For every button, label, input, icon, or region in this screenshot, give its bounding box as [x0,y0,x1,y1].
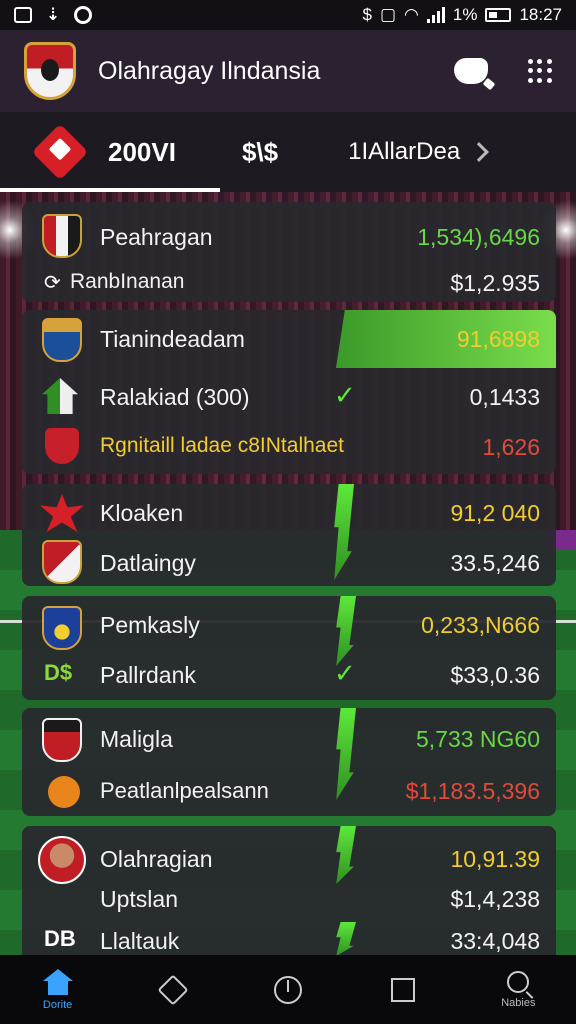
row-value: 91,6898 [456,326,540,352]
club-crest-icon [45,428,79,464]
row-label: Ralakiad (300) [100,384,250,410]
federation-logo [24,42,76,100]
tab-second[interactable]: $\$ [242,137,278,168]
nav-live[interactable] [248,960,328,1020]
screenshot-icon [14,7,32,23]
row-label: Peahragan [100,224,213,250]
row-value: $1,4,238 [450,886,540,912]
list-card[interactable]: Olahragian 10,91.39 Uptslan $1,4,238 DB … [22,826,556,956]
club-crest-icon [42,318,82,362]
trend-spike-icon [334,484,354,580]
row-value: 91,2 040 [450,500,540,526]
trend-check-icon: ✓ [334,658,356,688]
trend-spike-icon [336,708,356,800]
club-crest-icon [40,494,84,532]
trend-spike-icon [336,922,356,956]
row-value: $1,183.5,396 [405,778,540,804]
row-value: 0,1433 [469,384,540,410]
list-card[interactable]: Pemkasly 0,233,N666 D$ Pallrdank ✓ $33,0… [22,596,556,700]
grid-menu-icon[interactable] [528,59,552,83]
battery-text: 1% [452,5,478,24]
signal-icon [426,7,445,23]
row-label: RanbInanan [70,270,185,293]
home-icon [42,968,73,995]
nav-saved[interactable] [363,960,443,1020]
row-value: 1,534),6496 [417,224,540,250]
row-value: 0,233,N666 [421,612,540,638]
notification-icon: ⇣ [46,5,61,24]
club-crest-icon [42,606,82,650]
list-card[interactable]: Kloaken 91,2 040 Datlaingy 33.5,246 [22,484,556,586]
trend-spike-icon [336,596,356,666]
club-crest-icon [42,718,82,762]
home-team-icon [42,378,78,414]
chevron-right-icon[interactable] [469,142,490,162]
coin-icon [48,776,80,808]
row-value: 1,626 [482,434,540,460]
vibrate-icon: ▢ [379,5,397,24]
currency-badge: DB [44,926,76,951]
row-value: 10,91.39 [450,846,540,872]
row-value: 33.5,246 [450,550,540,576]
wifi-icon: ◠ [404,5,419,24]
nav-explore[interactable] [133,960,213,1020]
row-label: Datlaingy [100,550,196,576]
row-value: $33,0.36 [450,662,540,688]
row-value: $1,2.935 [450,270,540,296]
app-notification-icon [74,6,93,24]
diamond-icon [157,973,189,1006]
row-label: Maligla [100,726,173,752]
row-label: Kloaken [100,500,184,526]
nav-search[interactable]: Nabies [478,960,558,1020]
power-icon [273,975,302,1004]
trend-check-icon: ✓ [334,380,356,410]
list-card[interactable]: Tianindeadam 91,6898 Ralakiad (300) ✓ 0,… [22,310,556,474]
chat-icon[interactable] [454,58,488,84]
row-label: Peatlanlpealsann [100,778,269,803]
active-tab-indicator [0,188,220,192]
nav-home[interactable]: Dorite [18,960,98,1020]
club-crest-icon [42,214,82,258]
search-icon [507,970,530,993]
list-card[interactable]: Peahragan 1,534),6496 ⟳ RanbInanan $1,2.… [22,202,556,302]
avatar [38,836,86,884]
status-bar: ⇣ $ ▢ ◠ 1% 18:27 [0,0,576,30]
tab-first[interactable]: 200VI [108,137,176,168]
tab-brand-icon [31,123,89,181]
row-label: Rgnitaill ladae c8INtalhaet [100,434,344,457]
row-value: 5,733 NG60 [415,726,540,752]
currency-icon: $ [362,5,372,24]
cycle-icon: ⟳ [44,272,61,294]
row-label: Olahragian [100,846,213,872]
club-crest-icon [42,540,82,584]
row-label: Llaltauk [100,928,180,954]
row-label: Tianindeadam [100,326,245,352]
row-label: Uptslan [100,886,178,912]
row-label: Pemkasly [100,612,200,638]
currency-badge: D$ [44,660,73,685]
tab-bar: 200VI $\$ 1IAllarDea [0,112,576,192]
tab-third[interactable]: 1IAllarDea [348,138,460,166]
trend-spike-icon [336,826,356,884]
nav-label: Dorite [42,998,73,1011]
list-card[interactable]: Maligla 5,733 NG60 Peatlanlpealsann $1,1… [22,708,556,816]
clock: 18:27 [519,5,562,24]
battery-icon [485,8,512,22]
app-title: Olahragay Ilndansia [98,56,321,85]
bottom-navigation: Dorite Nabies [0,955,576,1024]
square-icon [391,977,416,1002]
nav-label: Nabies [501,996,536,1009]
row-value: 33:4,048 [450,928,540,954]
app-bar: Olahragay Ilndansia [0,30,576,112]
row-label: Pallrdank [100,662,196,688]
